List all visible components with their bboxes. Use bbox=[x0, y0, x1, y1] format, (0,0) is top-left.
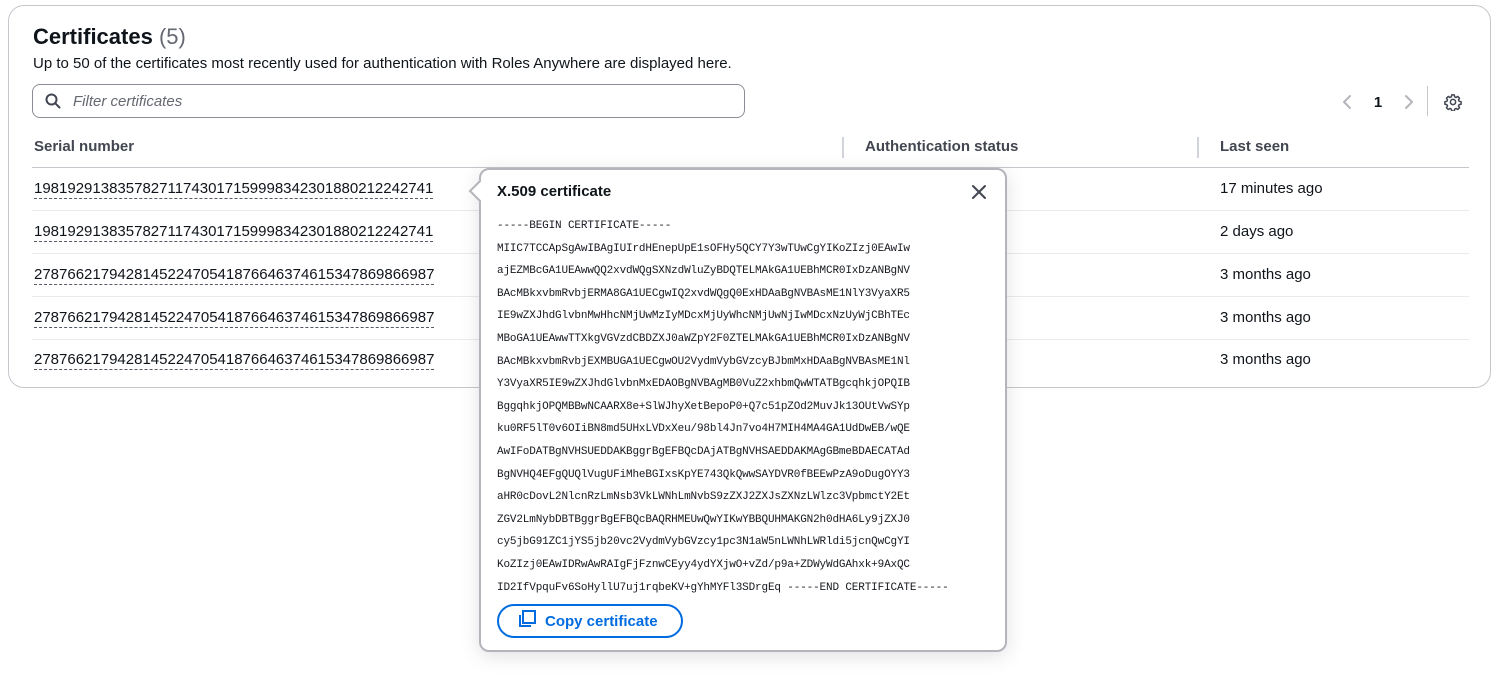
serial-number-link[interactable]: 2787662179428145224705418766463746153478… bbox=[34, 309, 435, 328]
pem-line: ku0RF5lT0v6OIiBN8md5UHxLVDxXeu/98bl4Jn7v… bbox=[497, 423, 910, 436]
current-page[interactable]: 1 bbox=[1360, 94, 1396, 111]
last-seen-value: 3 months ago bbox=[1220, 266, 1311, 283]
pem-line: -----BEGIN CERTIFICATE----- bbox=[497, 220, 672, 232]
pem-line: MIIC7TCCApSgAwIBAgIUIrdHEnepUpE1sOFHy5QC… bbox=[497, 242, 910, 255]
pem-line: aHR0cDovL2NlcnRzLmNsb3VkLWNhLmNvbS9zZXJ2… bbox=[497, 491, 910, 504]
table-header: Serial number Authentication status Last… bbox=[32, 132, 1469, 168]
certificate-pem-text: -----BEGIN CERTIFICATE----- MIIC7TCCApSg… bbox=[497, 215, 997, 599]
column-header-serial-number[interactable]: Serial number bbox=[34, 138, 134, 155]
close-icon[interactable] bbox=[967, 180, 991, 204]
serial-number-link[interactable]: 2787662179428145224705418766463746153478… bbox=[34, 266, 435, 285]
copy-certificate-label: Copy certificate bbox=[545, 612, 658, 630]
pem-line: AwIFoDATBgNVHSUEDDAKBggrBgEFBQcDAjATBgNV… bbox=[497, 445, 910, 458]
column-header-authentication-status[interactable]: Authentication status bbox=[865, 138, 1018, 155]
last-seen-value: 3 months ago bbox=[1220, 309, 1311, 326]
section-description: Up to 50 of the certificates most recent… bbox=[33, 55, 732, 72]
pem-line: Y3VyaXR5IE9wZXJhdGlvbnMxEDAOBgNVBAgMB0Vu… bbox=[497, 378, 910, 391]
pagination: 1 bbox=[1334, 89, 1422, 115]
pem-line: MBoGA1UEAwwTTXkgVGVzdCBDZXJ0aWZpY2F0ZTEL… bbox=[497, 332, 910, 345]
pem-line: BgNVHQ4EFgQUQlVugUFiMheBGIxsKpYE743QkQww… bbox=[497, 468, 910, 481]
pem-line: BAcMBkxvbmRvbjERMA8GA1UECgwIQ2xvdWQgQ0Ex… bbox=[497, 287, 910, 300]
column-header-last-seen[interactable]: Last seen bbox=[1220, 138, 1289, 155]
chevron-left-icon[interactable] bbox=[1334, 89, 1360, 115]
gear-icon[interactable] bbox=[1441, 90, 1465, 114]
copy-certificate-button[interactable]: Copy certificate bbox=[497, 604, 683, 638]
filter-box[interactable] bbox=[32, 84, 745, 118]
pem-line: ajEZMBcGA1UEAwwQQ2xvdWQgSXNzdWluZyBDQTEL… bbox=[497, 265, 910, 278]
pem-line: IE9wZXJhdGlvbnMwHhcNMjUwMzIyMDcxMjUyWhcN… bbox=[497, 310, 910, 323]
last-seen-value: 2 days ago bbox=[1220, 223, 1294, 240]
copy-icon bbox=[517, 609, 537, 633]
search-icon bbox=[33, 93, 73, 109]
last-seen-value: 17 minutes ago bbox=[1220, 180, 1323, 197]
column-divider[interactable] bbox=[1197, 137, 1199, 158]
last-seen-value: 3 months ago bbox=[1220, 351, 1311, 368]
pem-line: ID2IfVpquFv6SoHyllU7uj1rqbeKV+gYhMYFl3SD… bbox=[497, 581, 949, 594]
pem-line: ZGV2LmNybDBTBggrBgEFBQcBAQRHMEUwQwYIKwYB… bbox=[497, 513, 910, 526]
serial-number-link[interactable]: 1981929138357827117430171599983423018802… bbox=[34, 180, 434, 199]
pem-line: KoZIzj0EAwIDRwAwRAIgFjFznwCEyy4ydYXjwO+v… bbox=[497, 558, 910, 571]
pem-line: BggqhkjOPQMBBwNCAARX8e+SlWJhyXetBepoP0+Q… bbox=[497, 400, 910, 413]
divider bbox=[1427, 86, 1428, 116]
serial-number-link[interactable]: 2787662179428145224705418766463746153478… bbox=[34, 351, 435, 370]
page-title: Certificates (5) bbox=[33, 24, 186, 50]
column-divider[interactable] bbox=[842, 137, 844, 158]
pem-line: BAcMBkxvbmRvbjEXMBUGA1UECgwOU2VydmVybGVz… bbox=[497, 355, 910, 368]
serial-number-link[interactable]: 1981929138357827117430171599983423018802… bbox=[34, 223, 434, 242]
popover-title: X.509 certificate bbox=[497, 183, 612, 200]
certificate-popover: X.509 certificate -----BEGIN CERTIFICATE… bbox=[468, 168, 1007, 652]
chevron-right-icon[interactable] bbox=[1396, 89, 1422, 115]
title-count: (5) bbox=[158, 24, 186, 49]
title-text: Certificates bbox=[33, 24, 153, 49]
pem-line: cy5jbG91ZC1jYS5jb20vc2VydmVybGVzcy1pc3N1… bbox=[497, 536, 910, 549]
filter-input[interactable] bbox=[73, 92, 733, 110]
